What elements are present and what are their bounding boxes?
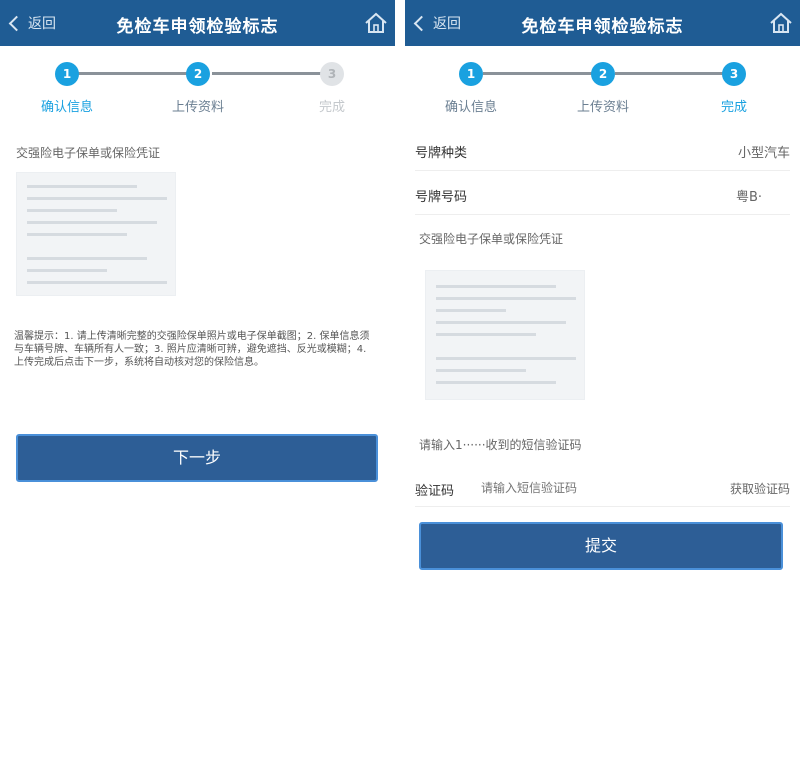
doc-line: [436, 285, 556, 288]
plate-number-row: 号牌号码 粤B·: [415, 186, 790, 205]
doc-line: [436, 357, 576, 360]
doc-line: [436, 309, 506, 312]
nav-bar: 返回 免检车申领检验标志: [0, 0, 395, 46]
insurance-document-image[interactable]: [425, 270, 585, 400]
plate-number-value: 粤B·: [735, 190, 762, 205]
divider: [415, 170, 790, 171]
home-icon[interactable]: [363, 10, 389, 36]
plate-type-label: 号牌种类: [415, 146, 468, 161]
doc-line: [436, 297, 576, 300]
step-connector: [78, 72, 188, 75]
step-3-dot: 3: [320, 62, 344, 86]
nav-bar: 返回 免检车申领检验标志: [405, 0, 800, 46]
step-3-label: 完成: [318, 100, 345, 115]
plate-type-value: 小型汽车: [737, 146, 790, 161]
doc-line: [27, 269, 107, 272]
step-connector: [483, 72, 595, 75]
home-icon[interactable]: [768, 10, 794, 36]
page-title: 免检车申领检验标志: [116, 17, 279, 37]
progress-steps: 1 2 3 确认信息 上传资料 完成: [0, 58, 395, 118]
doc-line: [27, 221, 157, 224]
submit-button[interactable]: 提交: [419, 522, 783, 570]
plate-number-label: 号牌号码: [415, 190, 468, 205]
divider: [415, 506, 790, 507]
step-1-label: 确认信息: [444, 100, 497, 115]
doc-line: [436, 381, 556, 384]
doc-line: [27, 209, 117, 212]
doc-line: [27, 233, 127, 236]
captcha-input[interactable]: [481, 478, 681, 498]
screen-submit-step: 返回 免检车申领检验标志 1 2 3 确认信息 上传资料 完成 号牌种类 小型汽…: [405, 0, 800, 768]
doc-line: [27, 257, 147, 260]
progress-steps: 1 2 3 确认信息 上传资料 完成: [405, 58, 800, 118]
step-connector: [615, 72, 725, 75]
doc-line: [27, 197, 167, 200]
step-2-dot: 2: [591, 62, 615, 86]
sms-notice: 请输入1······收到的短信验证码: [419, 438, 582, 452]
get-captcha-button[interactable]: 获取验证码: [730, 480, 790, 497]
step-1-dot: 1: [459, 62, 483, 86]
doc-line: [436, 333, 536, 336]
notice-text: 温馨提示：1. 请上传清晰完整的交强险保单照片或电子保单截图；2. 保单信息须与…: [14, 331, 370, 368]
insurance-document-image[interactable]: [16, 172, 176, 296]
step-1-dot: 1: [55, 62, 79, 86]
screen-upload-step: 返回 免检车申领检验标志 1 2 3 确认信息 上传资料 完成 交强险电子保单或…: [0, 0, 395, 768]
upload-label: 交强险电子保单或保险凭证: [419, 232, 564, 246]
page-title: 免检车申领检验标志: [521, 17, 684, 37]
screen-separator: [395, 0, 405, 768]
step-3-label: 完成: [720, 100, 747, 115]
step-1-label: 确认信息: [40, 100, 93, 115]
divider: [415, 214, 790, 215]
step-3-dot: 3: [722, 62, 746, 86]
next-button[interactable]: 下一步: [16, 434, 378, 482]
step-connector: [212, 72, 322, 75]
doc-line: [27, 185, 137, 188]
step-2-label: 上传资料: [171, 100, 224, 115]
doc-line: [436, 369, 526, 372]
step-2-label: 上传资料: [576, 100, 629, 115]
upload-label: 交强险电子保单或保险凭证: [16, 146, 161, 160]
captcha-label: 验证码: [415, 484, 455, 499]
doc-line: [27, 281, 167, 284]
doc-line: [436, 321, 566, 324]
plate-type-row: 号牌种类 小型汽车: [415, 142, 790, 161]
step-2-dot: 2: [186, 62, 210, 86]
